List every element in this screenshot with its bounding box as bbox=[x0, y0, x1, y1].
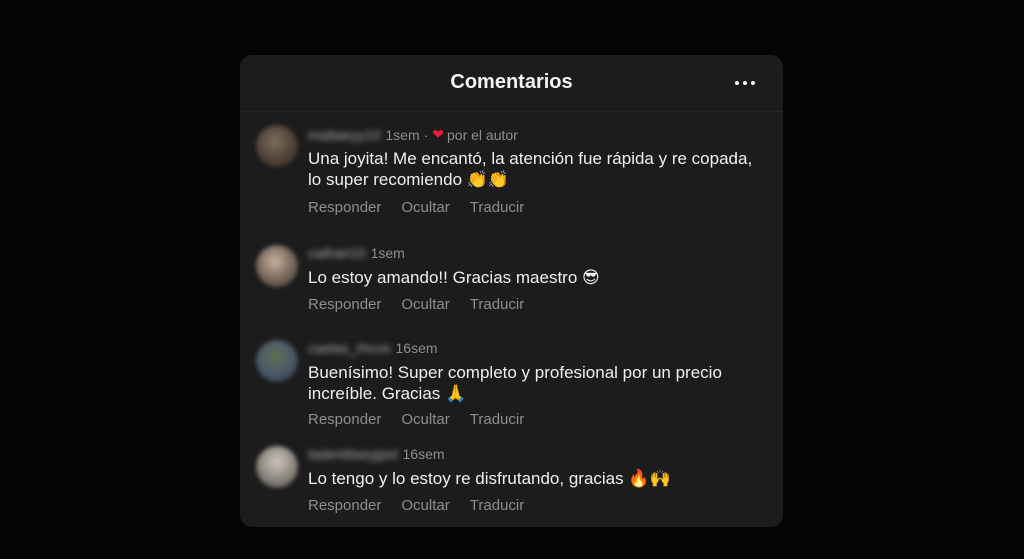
comments-panel: Comentarios mattaeyy10 1sem · ❤ por el a… bbox=[240, 55, 783, 527]
comment-meta: caelas_rhcos 16sem bbox=[308, 340, 438, 356]
translate-button[interactable]: Traducir bbox=[470, 199, 524, 216]
comment-time: 1sem bbox=[385, 126, 420, 143]
comment-actions: Responder Ocultar Traducir bbox=[308, 199, 524, 216]
comment-actions: Responder Ocultar Traducir bbox=[308, 296, 524, 313]
avatar[interactable] bbox=[256, 125, 298, 167]
hide-button[interactable]: Ocultar bbox=[401, 199, 449, 216]
avatar[interactable] bbox=[256, 245, 298, 287]
comment-text: Buenísimo! Super completo y profesional … bbox=[308, 363, 722, 403]
comment-meta: tadenttiseyjpol 16sem bbox=[308, 446, 445, 462]
avatar[interactable] bbox=[256, 340, 298, 382]
comment-username[interactable]: cathari10 bbox=[308, 245, 366, 261]
comment-username[interactable]: mattaeyy10 bbox=[308, 127, 380, 143]
comment-time: 16sem bbox=[395, 340, 438, 356]
hide-button[interactable]: Ocultar bbox=[401, 296, 449, 313]
comment-actions: Responder Ocultar Traducir bbox=[308, 411, 524, 428]
comment-username[interactable]: tadenttiseyjpol bbox=[308, 446, 398, 462]
reply-button[interactable]: Responder bbox=[308, 411, 381, 428]
reply-button[interactable]: Responder bbox=[308, 296, 381, 313]
comments-header: Comentarios bbox=[240, 55, 783, 112]
comment-meta: mattaeyy10 1sem · ❤ por el autor bbox=[308, 126, 518, 143]
comment-text: Una joyita! Me encantó, la atención fue … bbox=[308, 149, 753, 189]
comment-meta: cathari10 1sem bbox=[308, 245, 405, 261]
translate-button[interactable]: Traducir bbox=[470, 411, 524, 428]
avatar[interactable] bbox=[256, 446, 298, 488]
translate-button[interactable]: Traducir bbox=[470, 497, 524, 514]
ellipsis-icon[interactable] bbox=[735, 81, 755, 85]
comment-time: 16sem bbox=[402, 446, 445, 462]
comment-text: Lo tengo y lo estoy re disfrutando, grac… bbox=[308, 469, 671, 488]
comment-actions: Responder Ocultar Traducir bbox=[308, 497, 524, 514]
heart-icon: ❤ bbox=[432, 126, 445, 142]
hide-button[interactable]: Ocultar bbox=[401, 497, 449, 514]
comment-text: Lo estoy amando!! Gracias maestro 😎 bbox=[308, 268, 600, 287]
comments-title: Comentarios bbox=[450, 71, 573, 93]
reply-button[interactable]: Responder bbox=[308, 497, 381, 514]
liked-by-author-label: por el autor bbox=[447, 126, 518, 143]
hide-button[interactable]: Ocultar bbox=[401, 411, 449, 428]
translate-button[interactable]: Traducir bbox=[470, 296, 524, 313]
reply-button[interactable]: Responder bbox=[308, 199, 381, 216]
separator-dot: · bbox=[423, 126, 429, 143]
comment-time: 1sem bbox=[370, 245, 405, 261]
comment-username[interactable]: caelas_rhcos bbox=[308, 340, 391, 356]
